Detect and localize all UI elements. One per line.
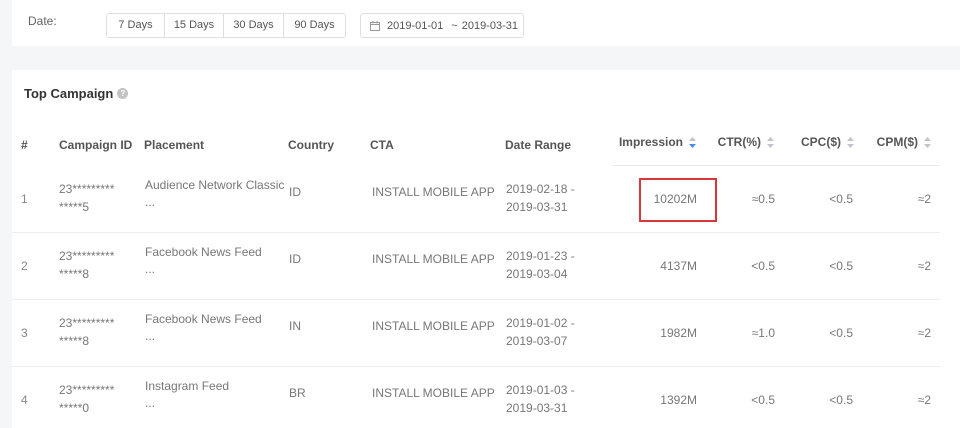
impression: 4137M <box>660 259 697 273</box>
placement: Facebook News Feed <box>145 245 262 259</box>
sort-icon[interactable] <box>767 136 774 148</box>
campaign-id-line1: 23********* <box>59 316 115 330</box>
row-index: 4 <box>21 393 28 407</box>
date-range-to: 2019-03-31 <box>506 200 568 214</box>
placement: Audience Network Classic <box>145 178 285 192</box>
sort-icon[interactable] <box>689 136 696 148</box>
col-header-country: Country <box>288 138 334 152</box>
cta: INSTALL MOBILE APP <box>372 386 495 400</box>
col-header-campaign-id: Campaign ID <box>59 138 133 152</box>
cta: INSTALL MOBILE APP <box>372 252 495 266</box>
placement-more: ... <box>145 396 156 410</box>
col-header-cpc-label: CPC($) <box>800 135 841 149</box>
card-title-text: Top Campaign <box>24 86 114 101</box>
table-row[interactable]: 3 23********* *****8 Facebook News Feed … <box>12 300 940 367</box>
date-range-picker[interactable]: 2019-01-01 ~ 2019-03-31 <box>360 13 524 38</box>
date-range-to: 2019-03-31 <box>506 401 568 415</box>
col-header-cta: CTA <box>370 138 394 152</box>
cpm: ≈2 <box>917 393 931 407</box>
date-filter-bar: Date: 7 Days 15 Days 30 Days 90 Days 201… <box>12 0 960 46</box>
ctr: ≈1.0 <box>751 326 775 340</box>
campaign-id-line2: *****0 <box>59 401 90 415</box>
country: IN <box>289 319 301 333</box>
cpc: <0.5 <box>829 192 853 206</box>
ctr: <0.5 <box>751 259 775 273</box>
campaign-id-line1: 23********* <box>59 182 115 196</box>
cta: INSTALL MOBILE APP <box>372 319 495 333</box>
highlight-annotation-box <box>639 178 717 222</box>
col-header-impression[interactable]: Impression <box>612 135 696 149</box>
date-end: 2019-03-31 <box>461 19 518 32</box>
row-index: 1 <box>21 192 28 206</box>
date-range-from: 2019-01-03 - <box>506 383 575 397</box>
date-range-from: 2019-02-18 - <box>506 182 575 196</box>
cpc: <0.5 <box>829 326 853 340</box>
placement-more: ... <box>145 262 156 276</box>
range-30-days-button[interactable]: 30 Days <box>224 14 284 37</box>
date-range-segmented-control: 7 Days 15 Days 30 Days 90 Days <box>106 13 346 38</box>
cta: INSTALL MOBILE APP <box>372 185 495 199</box>
country: ID <box>289 185 301 199</box>
date-separator: ~ <box>451 19 458 32</box>
placement-more: ... <box>145 195 156 209</box>
table-row[interactable]: 2 23********* *****8 Facebook News Feed … <box>12 233 940 300</box>
cpm: ≈2 <box>917 192 931 206</box>
date-range-to: 2019-03-04 <box>506 267 568 281</box>
placement: Facebook News Feed <box>145 312 262 326</box>
campaign-id-line2: *****8 <box>59 267 90 281</box>
col-header-impression-label: Impression <box>618 135 683 149</box>
cpm: ≈2 <box>917 259 931 273</box>
col-header-date-range: Date Range <box>505 138 572 152</box>
range-90-days-button[interactable]: 90 Days <box>284 14 345 37</box>
date-label: Date: <box>28 14 57 28</box>
range-15-days-button[interactable]: 15 Days <box>165 14 224 37</box>
date-range-from: 2019-01-23 - <box>506 249 575 263</box>
calendar-icon <box>370 20 380 31</box>
cpc: <0.5 <box>829 393 853 407</box>
col-header-cpm-label: CPM($) <box>876 135 918 149</box>
campaign-id-line2: *****8 <box>59 334 90 348</box>
campaign-id-line2: *****5 <box>59 200 90 214</box>
col-header-index: # <box>21 138 28 152</box>
ctr: <0.5 <box>751 393 775 407</box>
campaign-id-line1: 23********* <box>59 383 115 397</box>
col-header-ctr-label: CTR(%) <box>717 135 761 149</box>
table-row[interactable]: 4 23********* *****0 Instagram Feed ... … <box>12 367 940 428</box>
placement-more: ... <box>145 329 156 343</box>
range-7-days-button[interactable]: 7 Days <box>107 14 165 37</box>
campaign-id-line1: 23********* <box>59 249 115 263</box>
cpm: ≈2 <box>917 326 931 340</box>
placement: Instagram Feed <box>145 379 230 393</box>
cpc: <0.5 <box>829 259 853 273</box>
date-start: 2019-01-01 <box>387 19 444 32</box>
card-title: Top Campaign ? <box>24 86 129 101</box>
col-header-cpc[interactable]: CPC($) <box>782 135 854 149</box>
impression: 1392M <box>660 393 697 407</box>
date-range-to: 2019-03-07 <box>506 334 568 348</box>
col-header-ctr[interactable]: CTR(%) <box>702 135 774 149</box>
country: BR <box>289 386 306 400</box>
table-row[interactable]: 1 23********* *****5 Audience Network Cl… <box>12 166 940 233</box>
top-campaign-card: Top Campaign ? # Campaign ID Placement C… <box>12 70 960 428</box>
country: ID <box>289 252 301 266</box>
sort-icon[interactable] <box>924 136 931 148</box>
impression: 1982M <box>660 326 697 340</box>
help-icon[interactable]: ? <box>117 88 129 99</box>
sort-icon[interactable] <box>847 136 854 148</box>
col-header-cpm[interactable]: CPM($) <box>857 135 931 149</box>
col-header-placement: Placement <box>144 138 205 152</box>
row-index: 3 <box>21 326 28 340</box>
row-index: 2 <box>21 259 28 273</box>
date-range-from: 2019-01-02 - <box>506 316 575 330</box>
